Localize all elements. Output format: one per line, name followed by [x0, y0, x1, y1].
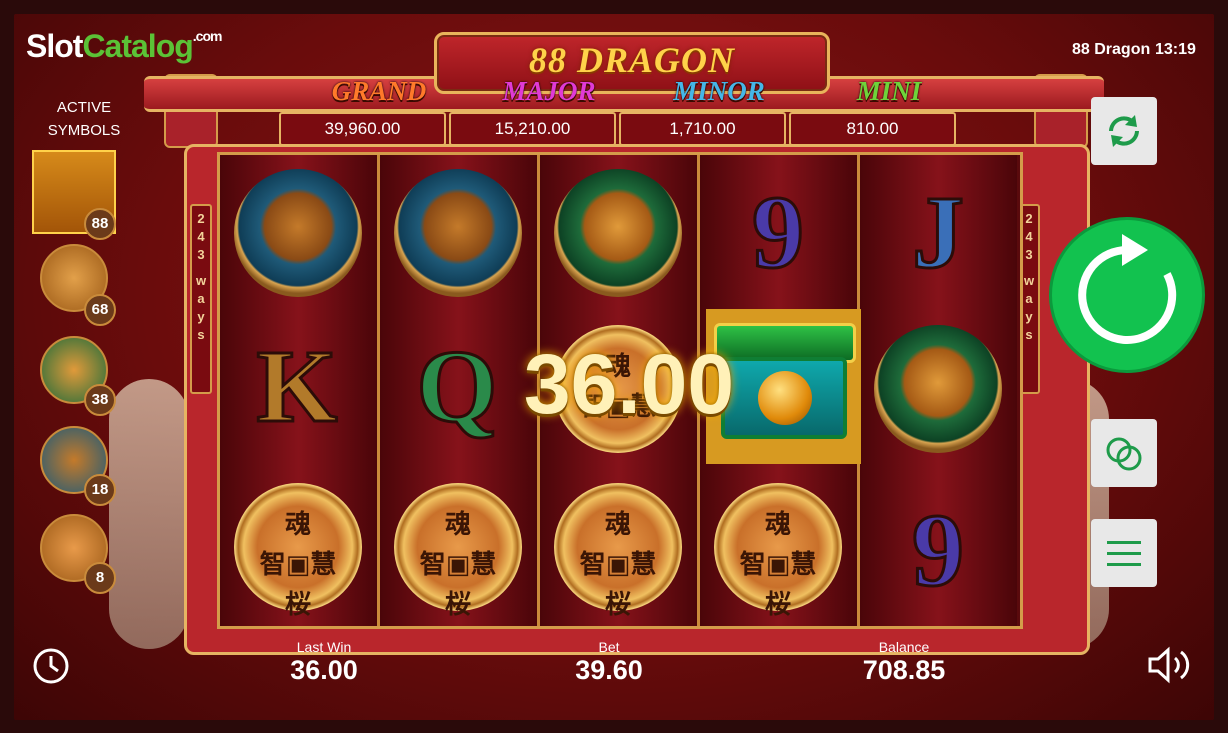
coin-char: 智: [739, 550, 766, 580]
clock-label: 13:19: [1155, 41, 1196, 58]
bet-value: 39.60: [575, 655, 643, 685]
speaker-icon: [1148, 646, 1190, 684]
coin-char: 桜: [764, 590, 791, 620]
autoplay-button[interactable]: [1091, 97, 1157, 165]
coin-char: 智: [579, 550, 606, 580]
coin-characters: 魂智▣慧桜: [579, 510, 657, 620]
active-symbols-title: ACTIVE SYMBOLS: [36, 96, 132, 142]
tiger-symbol: [874, 325, 1002, 453]
active-symbol-turtle-count: 18: [84, 474, 116, 506]
spin-button[interactable]: [1049, 217, 1205, 373]
coin-char: 魂: [604, 510, 631, 540]
active-symbols-title-line: ACTIVE: [56, 99, 112, 116]
jackpot-grand-label: GRAND: [331, 76, 427, 106]
active-symbol-phoenix-count: 68: [84, 294, 116, 326]
menu-button[interactable]: [1091, 519, 1157, 587]
ways-indicator-left: 243 ways: [190, 204, 212, 394]
jackpot-mini-label: MINI: [856, 76, 922, 106]
jackpot-major-label: MAJOR: [502, 76, 596, 106]
logo-part-catalog: Catalog: [82, 28, 193, 64]
ways-count-right: 243: [1025, 211, 1033, 262]
bet-label: Bet: [598, 639, 620, 655]
bet-display[interactable]: Bet 39.60: [549, 639, 669, 686]
coin-characters: 魂智▣慧桜: [739, 510, 817, 620]
balance-label: Balance: [878, 639, 930, 655]
coin-symbol: 魂智▣慧桜: [714, 483, 842, 620]
hamburger-icon: [1107, 541, 1141, 566]
dragon-left-decoration: [109, 379, 189, 649]
win-amount-overlay: 36.00: [523, 337, 735, 431]
coin-char: 慧: [470, 550, 497, 580]
coin-char: 慧: [630, 550, 657, 580]
coin-symbol: 魂智▣慧桜: [554, 483, 682, 620]
sound-button[interactable]: [1144, 642, 1200, 688]
active-symbol-coin-count: 8: [84, 562, 116, 594]
coin-char: 桜: [444, 590, 471, 620]
coin-char: 智: [419, 550, 446, 580]
coin-symbol: 魂智▣慧桜: [234, 483, 362, 620]
jackpot-mini-value: 810.00: [789, 112, 956, 146]
coin-char: 桜: [284, 590, 311, 620]
spin-icon: [1078, 234, 1177, 344]
last-win-display: Last Win 36.00: [264, 639, 384, 686]
king-symbol: K: [255, 328, 339, 446]
autoplay-icon: [1109, 115, 1139, 147]
jackpot-grand-value: 39,960.00: [279, 112, 446, 146]
ways-word-right: ways: [1023, 273, 1035, 342]
jackpot-minor-label: MINOR: [673, 76, 765, 106]
game-name-label: 88 Dragon: [1072, 41, 1151, 58]
jackpot-major-value: 15,210.00: [449, 112, 616, 146]
history-clock-icon: [33, 648, 69, 684]
bet-settings-button[interactable]: [1091, 419, 1157, 487]
coin-symbol: 魂智▣慧桜: [394, 483, 522, 620]
coin-char: 慧: [790, 550, 817, 580]
turtle-symbol: [234, 169, 362, 297]
slotcatalog-logo: SlotCatalog.com: [26, 28, 223, 65]
ways-count-left: 243: [197, 211, 205, 262]
tiger-symbol: [554, 169, 682, 297]
coins-icon: [1106, 437, 1142, 471]
history-button[interactable]: [29, 644, 73, 688]
coin-char: 魂: [284, 510, 311, 540]
jackpot-minor-value: 1,710.00: [619, 112, 786, 146]
logo-part-slot: Slot: [26, 28, 83, 64]
balance-display: Balance 708.85: [839, 639, 969, 686]
balance-value: 708.85: [862, 655, 946, 685]
last-win-label: Last Win: [296, 639, 352, 655]
turtle-symbol: [394, 169, 522, 297]
active-symbol-dragon-count: 88: [84, 208, 116, 240]
ways-word-left: ways: [195, 273, 207, 342]
coin-characters: 魂智▣慧桜: [259, 510, 337, 620]
coin-char: 魂: [764, 510, 791, 540]
active-symbol-tiger-count: 38: [84, 384, 116, 416]
coin-char: 慧: [310, 550, 337, 580]
active-symbols-title-line: SYMBOLS: [47, 122, 121, 139]
coin-char: 桜: [604, 590, 631, 620]
logo-part-com: .com: [192, 28, 223, 44]
nine-symbol: 9: [751, 174, 806, 292]
coin-char: 魂: [444, 510, 471, 540]
game-stage: SlotCatalog.com 88 Dragon 13:19 88 DRAGO…: [14, 14, 1214, 720]
jack-symbol: J: [911, 174, 966, 292]
last-win-value: 36.00: [290, 655, 358, 685]
coin-char: 智: [259, 550, 286, 580]
coin-characters: 魂智▣慧桜: [419, 510, 497, 620]
nine-symbol: 9: [911, 492, 966, 610]
